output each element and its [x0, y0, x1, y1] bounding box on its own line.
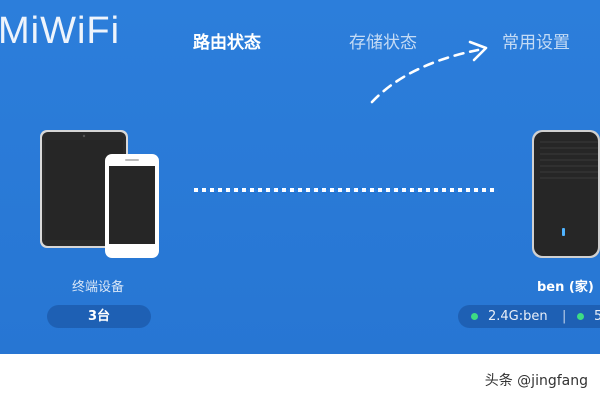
watermark: 头条 @jingfang [484, 373, 588, 389]
device-count-badge[interactable]: 3台 [47, 305, 151, 328]
tab-router-status[interactable]: 路由状态 [193, 28, 261, 53]
connection-line [194, 188, 494, 192]
status-dot-icon [577, 313, 584, 320]
band-5g-label: 5 [594, 309, 600, 324]
brand-logo: MiWiFi [0, 10, 121, 52]
band-separator: | [562, 309, 567, 324]
status-dot-icon [471, 313, 478, 320]
band-2g-label: 2.4G:ben [488, 309, 548, 324]
curved-arrow-icon [370, 40, 488, 104]
router-status-panel: MiWiFi 路由状态 存储状态 常用设置 终端设备 3台 ben (家) 2.… [0, 0, 600, 354]
devices-label: 终端设备 [71, 280, 124, 295]
devices-icon[interactable] [38, 128, 162, 260]
router-name: ben (家) [537, 280, 594, 295]
router-band-status[interactable]: 2.4G:ben | 5 [458, 305, 600, 328]
tab-common-settings[interactable]: 常用设置 [502, 28, 570, 53]
router-icon[interactable] [530, 128, 600, 260]
